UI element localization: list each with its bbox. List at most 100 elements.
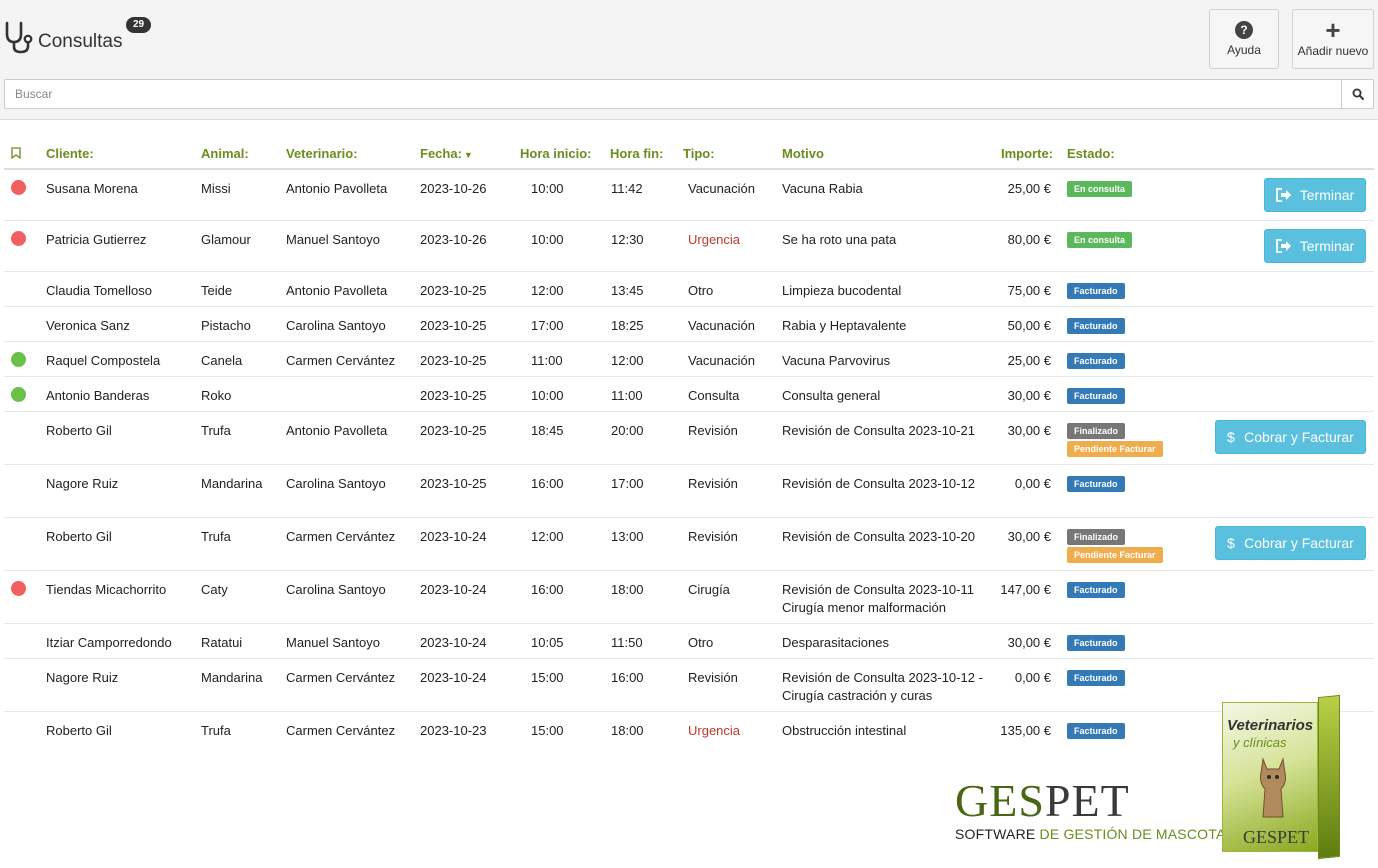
table-row[interactable]: Raquel Compostela Canela Carmen Cervántez 2… — [4, 342, 1374, 377]
cell-animal: Trufa — [201, 723, 231, 738]
cell-motivo: Desparasitaciones — [782, 635, 889, 650]
cell-animal: Teide — [201, 283, 233, 298]
question-icon: ? — [1235, 21, 1253, 39]
status-badge: Facturado — [1067, 318, 1125, 334]
col-animal[interactable]: Animal: — [201, 146, 249, 161]
table-row[interactable]: Roberto Gil Trufa Carmen Cervántez 2023-10-… — [4, 518, 1374, 571]
cell-fecha: 2023-10-25 — [420, 283, 487, 298]
cell-fecha: 2023-10-24 — [420, 635, 487, 650]
cell-motivo: Se ha roto una pata — [782, 232, 897, 247]
cell-hora-fin: 18:00 — [611, 723, 644, 738]
search-input[interactable] — [5, 80, 1341, 108]
cell-tipo: Vacunación — [688, 181, 755, 196]
col-veterinario[interactable]: Veterinario: — [286, 146, 358, 161]
page-header: Consultas 29 ? Ayuda + Añadir nuevo — [0, 0, 1378, 120]
cell-hora-inicio: 10:00 — [531, 232, 564, 247]
action-button-label: Cobrar y Facturar — [1244, 429, 1354, 445]
cell-importe: 30,00 € — [1007, 388, 1051, 403]
status-badge: Facturado — [1067, 283, 1125, 299]
cell-veterinario: Antonio Pavolleta — [286, 283, 388, 298]
col-importe[interactable]: Importe: — [1001, 146, 1053, 161]
status-badge: Finalizado — [1067, 529, 1126, 545]
status-badge: Facturado — [1067, 582, 1125, 598]
cell-hora-fin: 18:25 — [611, 318, 644, 333]
col-motivo[interactable]: Motivo — [782, 146, 824, 161]
table-row[interactable]: Patricia Gutierrez Glamour Manuel Santoyo 2… — [4, 221, 1374, 272]
status-badge: Facturado — [1067, 670, 1125, 686]
logo-tagline: SOFTWARE DE GESTIÓN DE MASCOTAS — [955, 826, 1236, 842]
cell-hora-fin: 12:30 — [611, 232, 644, 247]
table-row[interactable]: Roberto Gil Trufa Antonio Pavolleta 2023-10… — [4, 412, 1374, 465]
cell-motivo: Revisión de Consulta 2023-10-11 Cirugía m… — [782, 582, 974, 615]
bookmark-icon[interactable] — [11, 147, 21, 159]
cell-tipo: Vacunación — [688, 353, 755, 368]
cell-hora-fin: 12:00 — [611, 353, 644, 368]
sign-out-icon — [1275, 239, 1291, 253]
col-estado[interactable]: Estado: — [1067, 146, 1115, 161]
help-button[interactable]: ? Ayuda — [1209, 9, 1279, 69]
table-row[interactable]: Itziar Camporredondo Ratatui Manuel Santoy… — [4, 624, 1374, 659]
cell-fecha: 2023-10-24 — [420, 582, 487, 597]
cell-animal: Ratatui — [201, 635, 243, 650]
sign-out-icon — [1275, 188, 1291, 202]
table-row[interactable]: Claudia Tomelloso Teide Antonio Pavolleta 2… — [4, 272, 1374, 307]
status-badge: Pendiente Facturar — [1067, 441, 1163, 457]
col-fecha-label: Fecha: — [420, 146, 462, 161]
cell-veterinario: Manuel Santoyo — [286, 635, 380, 650]
cell-cliente: Roberto Gil — [46, 423, 112, 438]
add-new-button[interactable]: + Añadir nuevo — [1292, 9, 1374, 69]
col-hora-inicio[interactable]: Hora inicio: — [520, 146, 592, 161]
cell-fecha: 2023-10-25 — [420, 388, 487, 403]
status-badge: Facturado — [1067, 723, 1125, 739]
cell-fecha: 2023-10-25 — [420, 353, 487, 368]
table-row[interactable]: Susana Morena Missi Antonio Pavolleta 2023-… — [4, 170, 1374, 221]
terminar-button[interactable]: Terminar — [1264, 229, 1366, 263]
cell-cliente: Itziar Camporredondo — [46, 635, 172, 650]
cell-animal: Trufa — [201, 423, 231, 438]
table-row[interactable]: Nagore Ruiz Mandarina Carmen Cervántez 2023… — [4, 659, 1374, 712]
cell-cliente: Roberto Gil — [46, 529, 112, 544]
col-hora-fin[interactable]: Hora fin: — [610, 146, 663, 161]
plus-icon: + — [1325, 15, 1341, 45]
col-cliente[interactable]: Cliente: — [46, 146, 94, 161]
cobrar-facturar-button[interactable]: $ Cobrar y Facturar — [1215, 526, 1366, 560]
cell-importe: 0,00 € — [1014, 476, 1051, 491]
cell-motivo: Revisión de Consulta 2023-10-12 — [782, 476, 975, 491]
cell-hora-fin: 18:00 — [611, 582, 644, 597]
cell-cliente: Roberto Gil — [46, 723, 112, 738]
col-tipo[interactable]: Tipo: — [683, 146, 715, 161]
cell-hora-fin: 13:00 — [611, 529, 644, 544]
table-header: Cliente: Animal: Veterinario: Fecha: ▼ Ho… — [4, 135, 1374, 170]
table-row[interactable]: Veronica Sanz Pistacho Carolina Santoyo 202… — [4, 307, 1374, 342]
terminar-button[interactable]: Terminar — [1264, 178, 1366, 212]
cell-cliente: Patricia Gutierrez — [46, 232, 147, 247]
cell-cliente: Susana Morena — [46, 181, 138, 196]
cell-cliente: Raquel Compostela — [46, 353, 161, 368]
cell-hora-inicio: 18:45 — [531, 423, 564, 438]
cell-hora-fin: 13:45 — [611, 283, 644, 298]
add-new-button-label: Añadir nuevo — [1297, 44, 1369, 58]
sort-desc-icon: ▼ — [463, 150, 473, 160]
search-button[interactable] — [1341, 80, 1373, 108]
status-dot — [11, 387, 26, 402]
cell-importe: 25,00 € — [1007, 353, 1051, 368]
table-row[interactable]: Antonio Banderas Roko 2023-10-25 10:00 11:00… — [4, 377, 1374, 412]
status-dot — [11, 231, 26, 246]
table-row[interactable]: Nagore Ruiz Mandarina Carolina Santoyo 2023… — [4, 465, 1374, 518]
table-row[interactable]: Tiendas Micachorrito Caty Carolina Santoyo… — [4, 571, 1374, 624]
action-button-label: Cobrar y Facturar — [1244, 535, 1354, 551]
cell-fecha: 2023-10-25 — [420, 318, 487, 333]
table-body: Susana Morena Missi Antonio Pavolleta 2023-… — [4, 170, 1374, 747]
cell-hora-fin: 11:50 — [611, 635, 643, 650]
cobrar-facturar-button[interactable]: $ Cobrar y Facturar — [1215, 420, 1366, 454]
cell-animal: Mandarina — [201, 670, 263, 685]
cell-cliente: Veronica Sanz — [46, 318, 130, 333]
table-row[interactable]: Roberto Gil Trufa Carmen Cervántez 2023-10-… — [4, 712, 1374, 747]
cell-animal: Trufa — [201, 529, 231, 544]
col-fecha[interactable]: Fecha: ▼ — [420, 146, 473, 161]
cat-icon — [1260, 757, 1286, 818]
cell-cliente: Nagore Ruiz — [46, 476, 119, 491]
product-box-image: Veterinarios y clínicas GESPET — [1222, 694, 1342, 860]
cell-importe: 135,00 € — [1000, 723, 1051, 738]
cell-veterinario: Carmen Cervántez — [286, 529, 396, 544]
